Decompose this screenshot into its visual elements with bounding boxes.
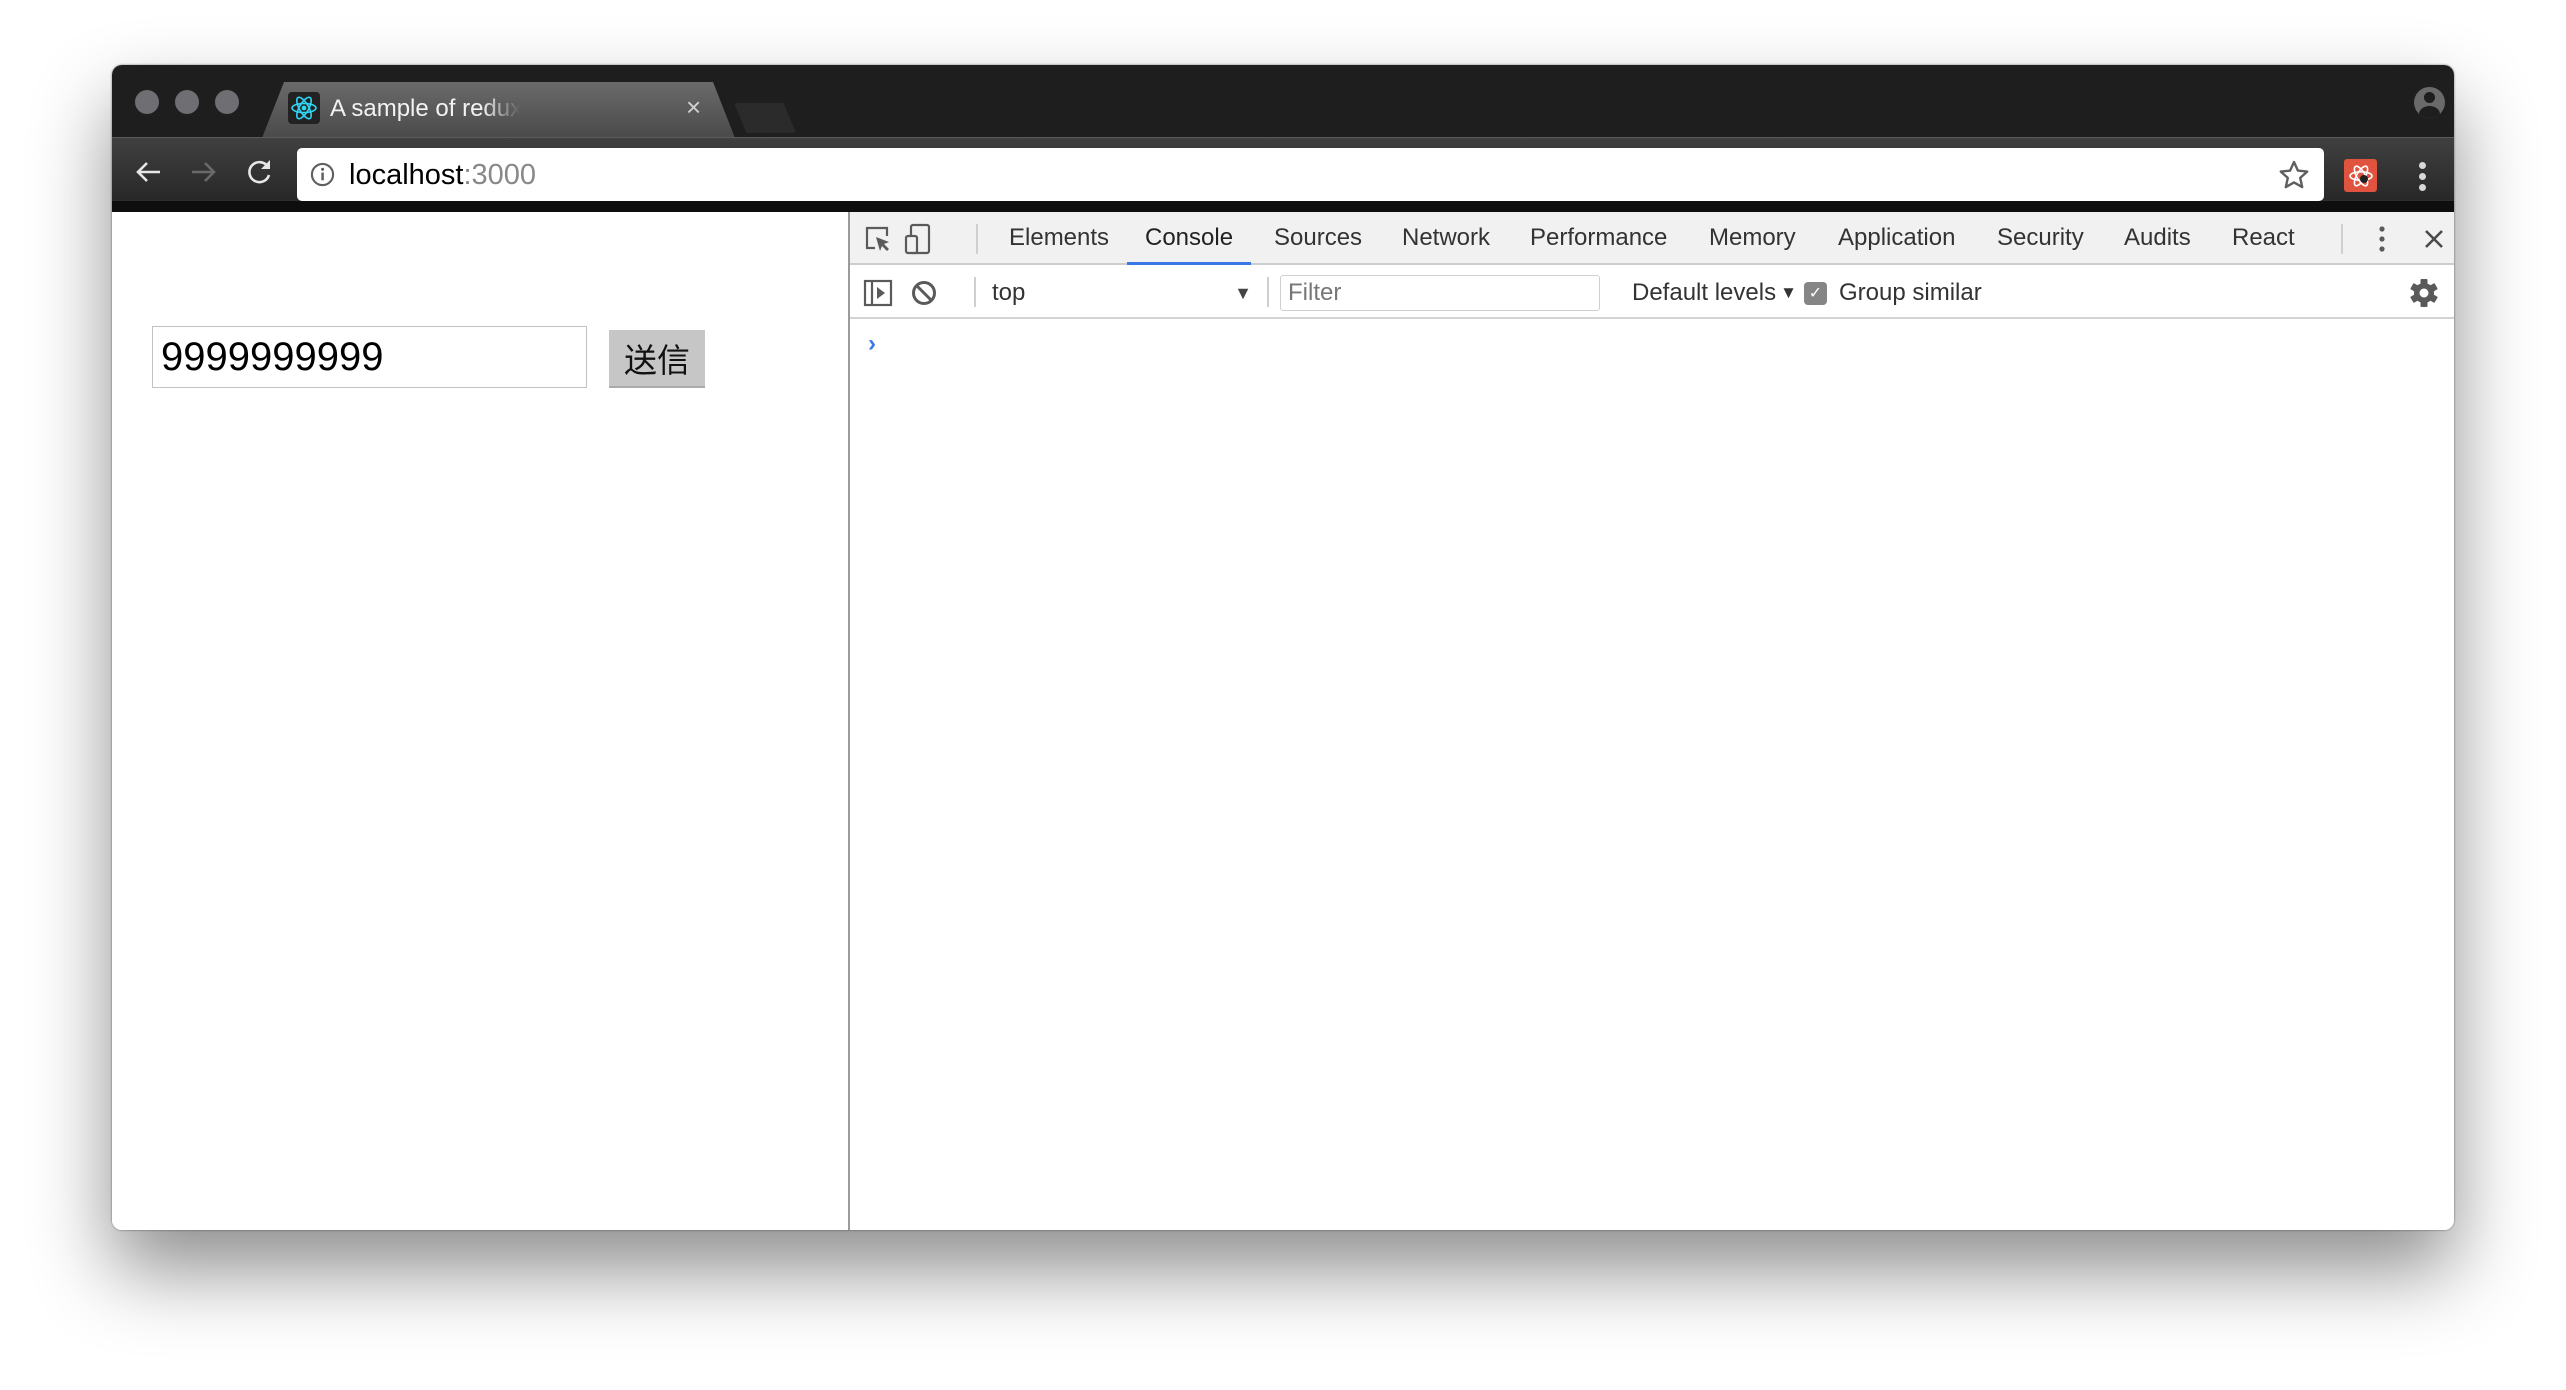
console-filter-input[interactable] — [1280, 275, 1600, 311]
tab-audits[interactable]: Audits — [2124, 212, 2191, 264]
toolbar-separator — [974, 277, 976, 307]
url-port: :3000 — [463, 159, 537, 191]
block-icon — [912, 281, 936, 305]
url-host: localhost — [349, 159, 464, 191]
device-toolbar-button[interactable] — [900, 222, 936, 256]
log-levels-dropdown[interactable]: Default levels ▼ — [1632, 276, 1797, 310]
toolbar-separator — [2341, 224, 2343, 254]
number-input[interactable] — [152, 326, 587, 388]
sidebar-toggle-icon — [863, 279, 893, 307]
tab-react[interactable]: React — [2232, 212, 2295, 264]
arrow-right-icon — [192, 162, 216, 182]
tab-security[interactable]: Security — [1997, 212, 2084, 264]
tab-performance[interactable]: Performance — [1530, 212, 1667, 264]
address-bar[interactable]: localhost:3000 — [297, 148, 2324, 201]
gear-icon[interactable] — [2408, 277, 2440, 309]
execution-context-select[interactable]: top ▼ — [992, 276, 1252, 310]
levels-label: Default levels — [1632, 279, 1777, 306]
dropdown-arrow-icon: ▼ — [1234, 283, 1252, 303]
browser-content: 送信 Elements Console — [112, 212, 2454, 1230]
tab-strip: A sample of redux-saga and react × — [112, 65, 2454, 138]
back-button[interactable] — [130, 154, 166, 190]
console-toolbar: top ▼ Default levels▼ ✓ Group similar — [850, 266, 2454, 319]
new-tab-button[interactable] — [734, 103, 796, 133]
toolbar-separator — [976, 224, 978, 254]
tab-close-icon[interactable]: × — [686, 91, 701, 123]
toolbar-divider — [112, 200, 2454, 212]
info-icon[interactable] — [310, 162, 335, 187]
react-devtools-extension-icon[interactable] — [2344, 159, 2377, 192]
vertical-dots-icon[interactable] — [2410, 157, 2434, 197]
tab-network[interactable]: Network — [1402, 212, 1490, 264]
close-devtools-button[interactable] — [2416, 222, 2452, 256]
clear-console-button[interactable] — [906, 276, 942, 310]
inspect-element-button[interactable] — [860, 222, 896, 256]
react-logo-icon — [288, 92, 320, 124]
tab-application[interactable]: Application — [1838, 212, 1955, 264]
url-text[interactable]: localhost:3000 — [349, 157, 536, 193]
tab-title[interactable]: A sample of redux-saga and react — [330, 93, 520, 125]
tab-memory[interactable]: Memory — [1709, 212, 1796, 264]
show-sidebar-button[interactable] — [860, 276, 896, 310]
context-value: top — [992, 279, 1026, 306]
forward-button[interactable] — [186, 154, 222, 190]
devtools-tab-bar: Elements Console Sources Network Perform… — [850, 212, 2454, 265]
submit-button[interactable]: 送信 — [609, 330, 705, 388]
star-icon[interactable] — [2278, 159, 2310, 191]
console-prompt-icon[interactable]: › — [868, 330, 876, 358]
inspect-cursor-icon — [865, 226, 889, 251]
close-window-button[interactable] — [135, 90, 159, 114]
web-page: 送信 — [112, 212, 848, 1230]
browser-window: A sample of redux-saga and react × local… — [112, 65, 2454, 1230]
dropdown-arrow-icon: ▼ — [1780, 283, 1797, 302]
console-output-area[interactable] — [850, 320, 2454, 1230]
user-profile-icon[interactable] — [2414, 87, 2445, 118]
vertical-dots-icon — [2379, 226, 2385, 252]
maximize-window-button[interactable] — [215, 90, 239, 114]
tab-elements[interactable]: Elements — [1009, 212, 1109, 264]
group-similar-label[interactable]: Group similar — [1839, 276, 1982, 310]
devtools-menu-button[interactable] — [2364, 222, 2400, 256]
close-icon — [2425, 230, 2443, 248]
group-similar-checkbox[interactable]: ✓ — [1804, 282, 1827, 305]
reload-button[interactable] — [242, 154, 278, 190]
tab-sources[interactable]: Sources — [1274, 212, 1362, 264]
reload-icon — [248, 160, 271, 184]
toolbar-separator — [1267, 277, 1269, 307]
arrow-left-icon — [136, 162, 160, 182]
devtools-panel: Elements Console Sources Network Perform… — [848, 212, 2454, 1230]
minimize-window-button[interactable] — [175, 90, 199, 114]
device-mode-icon — [904, 223, 931, 255]
tab-console[interactable]: Console — [1126, 212, 1252, 265]
